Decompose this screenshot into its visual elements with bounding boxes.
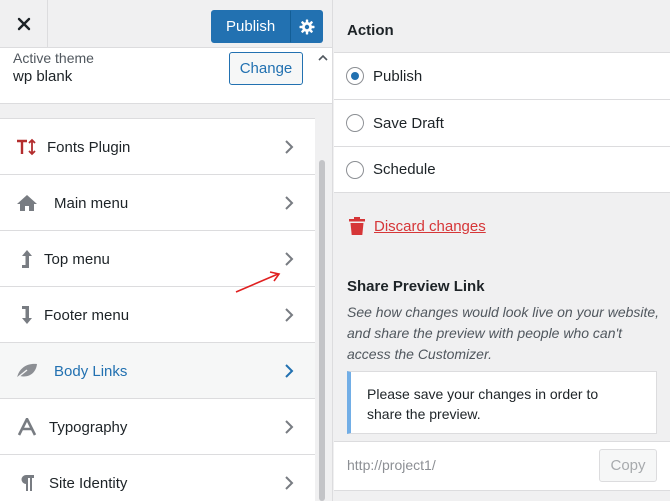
chevron-right-icon xyxy=(284,119,294,175)
discard-changes-label: Discard changes xyxy=(374,217,486,235)
menu-item-footer-menu[interactable]: Footer menu xyxy=(0,286,315,342)
leaf-icon xyxy=(15,343,39,399)
option-label: Schedule xyxy=(373,161,436,178)
gear-icon xyxy=(299,19,315,34)
close-icon xyxy=(17,17,30,31)
publish-settings-panel: Action Publish Save Draft Schedule Disca… xyxy=(334,0,670,501)
preview-url: http://project1/ xyxy=(347,457,436,473)
customizer-sidebar: Publish Active theme wp blank Change Fon… xyxy=(0,0,333,501)
customizer-header: Publish xyxy=(0,0,332,48)
menu-item-label: Main menu xyxy=(54,194,129,212)
arrow-down-icon xyxy=(15,287,39,343)
option-schedule[interactable]: Schedule xyxy=(334,146,670,193)
annotation-arrow-icon xyxy=(235,271,281,293)
option-label: Save Draft xyxy=(373,114,444,132)
option-publish[interactable]: Publish xyxy=(334,52,670,99)
action-options: Publish Save Draft Schedule xyxy=(334,52,670,193)
trash-icon xyxy=(349,217,365,235)
publish-settings-button[interactable] xyxy=(290,10,324,43)
active-theme-section: Active theme wp blank Change xyxy=(0,48,332,104)
menu-item-label: Footer menu xyxy=(44,306,130,324)
schedule-radio[interactable] xyxy=(346,160,364,179)
paragraph-icon xyxy=(15,455,39,501)
menu-item-label: Site Identity xyxy=(49,474,128,492)
menu-item-label: Top menu xyxy=(44,250,110,268)
share-preview-description: See how changes would look live on your … xyxy=(347,304,660,362)
menu-item-main-menu[interactable]: Main menu xyxy=(0,174,315,230)
customizer-menu: Fonts Plugin Main menu Top menu Footer m… xyxy=(0,118,315,501)
save-draft-radio[interactable] xyxy=(346,114,364,132)
action-heading: Action xyxy=(347,22,394,39)
menu-item-label: Body Links xyxy=(54,362,128,380)
menu-item-typography[interactable]: Typography xyxy=(0,398,315,454)
section-gap xyxy=(0,104,315,118)
sidebar-scrollbar[interactable] xyxy=(319,160,325,501)
copy-button[interactable]: Copy xyxy=(599,449,657,482)
notice-line-2: share the preview. xyxy=(367,406,481,422)
chevron-right-icon xyxy=(284,231,294,287)
chevron-up-icon[interactable] xyxy=(318,54,328,62)
chevron-right-icon xyxy=(284,455,294,501)
menu-item-body-links[interactable]: Body Links xyxy=(0,342,315,398)
option-label: Publish xyxy=(373,67,423,85)
publish-button[interactable]: Publish xyxy=(211,10,291,43)
fonts-icon xyxy=(15,119,39,175)
typography-icon xyxy=(15,399,39,455)
menu-item-site-identity[interactable]: Site Identity xyxy=(0,454,315,501)
publish-radio[interactable] xyxy=(346,67,364,85)
preview-url-row: http://project1/ Copy xyxy=(334,441,670,491)
notice-line-1: Please save your changes in order to xyxy=(367,386,599,402)
arrow-up-icon xyxy=(15,231,39,287)
chevron-right-icon xyxy=(284,343,294,399)
close-button[interactable] xyxy=(0,0,48,48)
discard-changes-link[interactable]: Discard changes xyxy=(348,216,486,236)
option-save-draft[interactable]: Save Draft xyxy=(334,99,670,146)
chevron-right-icon xyxy=(284,399,294,455)
menu-item-fonts-plugin[interactable]: Fonts Plugin xyxy=(0,118,315,174)
menu-item-label: Fonts Plugin xyxy=(47,138,131,156)
share-preview-heading: Share Preview Link xyxy=(347,278,485,295)
home-icon xyxy=(15,175,39,231)
publish-group: Publish xyxy=(211,10,324,43)
chevron-right-icon xyxy=(284,175,294,231)
chevron-right-icon xyxy=(284,287,294,343)
active-theme-label: Active theme xyxy=(13,50,94,66)
change-theme-button[interactable]: Change xyxy=(229,52,303,85)
menu-item-label: Typography xyxy=(49,418,128,436)
active-theme-name: wp blank xyxy=(13,68,73,85)
save-notice: Please save your changes in order to sha… xyxy=(347,371,657,434)
